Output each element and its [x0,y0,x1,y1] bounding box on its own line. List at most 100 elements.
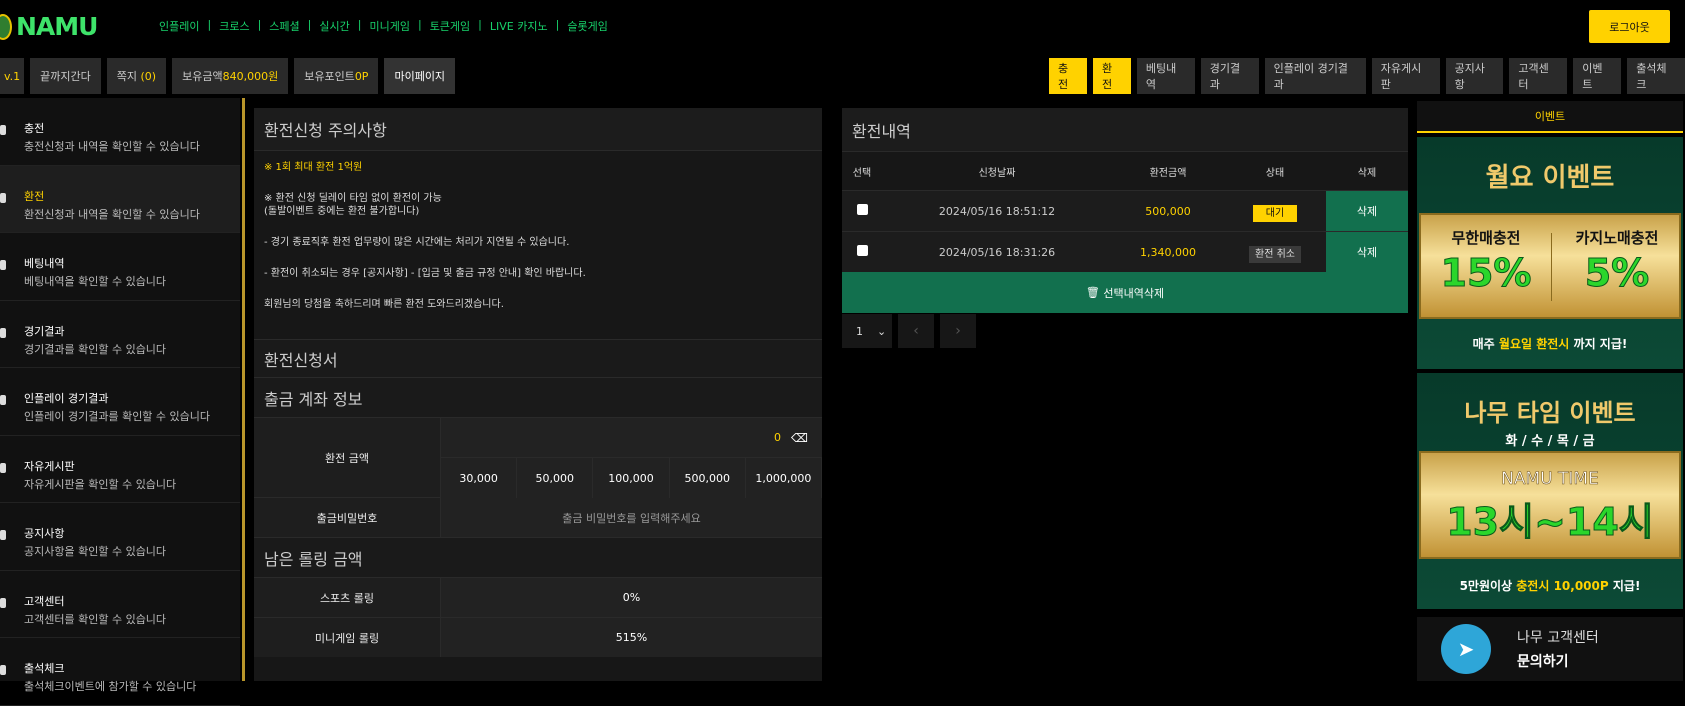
eraser-icon[interactable]: ⌫ [791,431,808,445]
point-chip: 보유포인트 0P [294,58,379,94]
banner-name: NAMU TIME [1501,469,1599,490]
nav-item[interactable]: 토큰게임 [430,18,470,34]
rolling-value: 515% [441,618,822,657]
event-banner-monday[interactable]: 월요 이벤트 무한매충전 15% 카지노매충전 5% 매주 월요일 환전시 까지… [1417,137,1683,369]
nav-item[interactable]: 미니게임 [369,18,409,34]
mypage-button[interactable]: 마이페이지 [384,58,456,94]
quick-amount-button[interactable]: 100,000 [593,458,670,498]
event-banner-namu-time[interactable]: 나무 타임 이벤트 화 / 수 / 목 / 금 NAMU TIME 13시~14… [1417,373,1683,609]
rolling-label: 스포츠 롤링 [254,578,441,617]
rolling-label: 미니게임 롤링 [254,618,441,657]
logo-emblem [0,13,12,40]
subnav-item[interactable]: 인플레이 경기결과 [1264,58,1366,94]
sidebar-item[interactable]: 환전 환전신청과 내역을 확인할 수 있습니다 [0,165,240,233]
notice-text: ※ 환전 신청 딜레이 타임 없이 환전이 가능 [264,193,442,204]
row-date: 2024/05/16 18:31:26 [938,245,1056,259]
help-subtitle: 문의하기 [1517,654,1569,670]
subnav-item[interactable]: 충전 [1049,58,1087,94]
form-title: 환전신청서 [254,339,822,377]
sidebar-item[interactable]: 충전 충전신청과 내역을 확인할 수 있습니다 [0,98,240,166]
chevron-down-icon: ⌄ [877,324,887,338]
quick-amount-button[interactable]: 1,000,000 [745,458,823,498]
sidebar-item-title: 고객센터 [24,594,65,608]
sidebar: 충전 충전신청과 내역을 확인할 수 있습니다 환전 환전신청과 내역을 확인할 수 … [0,98,240,706]
amount-input[interactable]: 0 ⌫ [441,418,822,458]
row-delete-button[interactable]: 삭제 [1326,191,1408,231]
sidebar-item-title: 자유게시판 [24,459,75,473]
sidebar-item[interactable]: 베팅내역 베팅내역을 확인할 수 있습니다 [0,233,240,301]
delete-selected-label: 선택내역삭제 [1103,286,1165,300]
menu-icon [0,665,6,675]
user-bar: v.1 끝까지간다 쪽지 (0) 보유금액 840,000원 보유포인트 0P 마이… [0,58,456,94]
nav-separator: | [478,18,482,31]
nav-item[interactable]: 실시간 [319,18,349,34]
delete-selected-button[interactable]: 🗑 선택내역삭제 [842,272,1408,313]
row-status: 대기 [1224,204,1326,222]
nav-item[interactable]: 인플레이 [159,18,199,34]
point-value: 0P [354,69,369,83]
row-delete-button[interactable]: 삭제 [1326,232,1408,272]
banner-footer-text: 5만원이상 [1459,579,1513,593]
logout-button[interactable]: 로그아웃 [1589,10,1670,43]
menu-icon [0,462,6,473]
password-input[interactable]: 출금 비밀번호를 입력해주세요 [441,498,822,537]
sidebar-item[interactable]: 출석체크 출석체크이벤트에 참가할 수 있습니다 [0,638,240,706]
money-chip: 보유금액 840,000원 [172,58,289,94]
menu-icon [0,597,6,608]
top-header: NAMU 인플레이 | 크로스 | 스페셜 | 실시간 | 미니게임 | 토큰게임 | LIVE 카지노… [0,0,1685,53]
user-nick: 끝까지간다 [30,58,101,94]
user-level: v.1 [0,58,25,94]
subnav-item[interactable]: 경기결과 [1200,58,1259,94]
nav-item[interactable]: 스페셜 [269,18,299,34]
rolling-table: 스포츠 롤링 0% 미니게임 롤링 515% [254,577,822,657]
money-label: 보유금액 [182,70,223,83]
prev-page-icon[interactable]: ‹ [898,314,934,348]
sidebar-item-desc: 고객센터를 확인할 수 있습니다 [24,612,167,626]
message-chip[interactable]: 쪽지 (0) [106,58,167,94]
page-select[interactable]: 1 ⌄ [842,314,892,348]
nav-separator: | [555,18,560,31]
event-header[interactable]: 이벤트 [1417,101,1683,133]
money-value: 840,000원 [222,70,279,83]
nav-item[interactable]: LIVE 카지노 [490,18,548,34]
sidebar-item[interactable]: 공지사항 공지사항을 확인할 수 있습니다 [0,503,240,571]
event-column: 이벤트 월요 이벤트 무한매충전 15% 카지노매충전 5% 매주 월요일 환전… [1417,101,1683,609]
sidebar-item-title: 경기결과 [24,324,65,338]
row-status: 환전 취소 [1224,245,1326,263]
sidebar-item[interactable]: 인플레이 경기결과 인플레이 경기결과를 확인할 수 있습니다 [0,368,240,436]
notice-line: - 환전이 취소되는 경우 [공지사항] - [입금 및 출금 규정 안내] 확… [264,268,586,279]
quick-amount-button[interactable]: 30,000 [441,458,518,498]
nav-item[interactable]: 슬롯게임 [567,18,607,34]
sidebar-item[interactable]: 자유게시판 자유게시판을 확인할 수 있습니다 [0,436,240,503]
logo[interactable]: NAMU [0,12,98,41]
status-badge: 환전 취소 [1249,245,1301,263]
table-row: 2024/05/16 18:51:12 500,000 대기 삭제 [842,190,1408,231]
help-title: 나무 고객센터 [1517,630,1599,646]
row-checkbox[interactable] [856,204,868,215]
password-row: 출금비밀번호 출금 비밀번호를 입력해주세요 [254,497,822,537]
subnav-item[interactable]: 베팅내역 [1136,58,1195,94]
sidebar-item-title: 베팅내역 [24,257,65,270]
banner-label: 무한매충전 [1451,229,1521,247]
quick-amount-button[interactable]: 500,000 [669,458,746,498]
amount-area: 0 ⌫ 30,000 50,000 100,000 500,000 1,000,000 [441,418,823,498]
row-checkbox[interactable] [856,245,868,256]
quick-amount-button[interactable]: 50,000 [517,458,594,498]
subnav-item[interactable]: 고객센터 [1509,58,1568,94]
subnav-item[interactable]: 환전 [1092,58,1131,94]
notice-body: ※ 1회 최대 환전 1억원 ※ 환전 신청 딜레이 타임 없이 환전이 가능 (… [254,151,822,339]
amount-value: 0 [774,431,782,444]
next-page-icon[interactable]: › [940,314,976,348]
main-nav: 인플레이 | 크로스 | 스페셜 | 실시간 | 미니게임 | 토큰게임 | LIVE 카지노 | 슬롯게임 [159,18,608,34]
subnav-item[interactable]: 이벤트 [1573,58,1622,94]
withdraw-panel: 환전신청 주의사항 ※ 1회 최대 환전 1억원 ※ 환전 신청 딜레이 타임 … [254,108,823,681]
subnav-item[interactable]: 출석체크 [1627,58,1685,94]
customer-center-card[interactable]: ➤ 나무 고객센터 문의하기 [1417,617,1683,681]
nav-item[interactable]: 크로스 [219,18,249,34]
sidebar-item[interactable]: 경기결과 경기결과를 확인할 수 있습니다 [0,301,240,368]
history-panel: 환전내역 선택 신청날짜 환전금액 상태 삭제 2024/05/16 18:51… [842,108,1408,313]
subnav-item[interactable]: 자유게시판 [1371,58,1440,94]
subnav-item[interactable]: 공지사항 [1445,58,1504,94]
message-count: (0) [140,69,157,83]
sidebar-item[interactable]: 고객센터고객센터를 확인할 수 있습니다 [0,571,240,638]
